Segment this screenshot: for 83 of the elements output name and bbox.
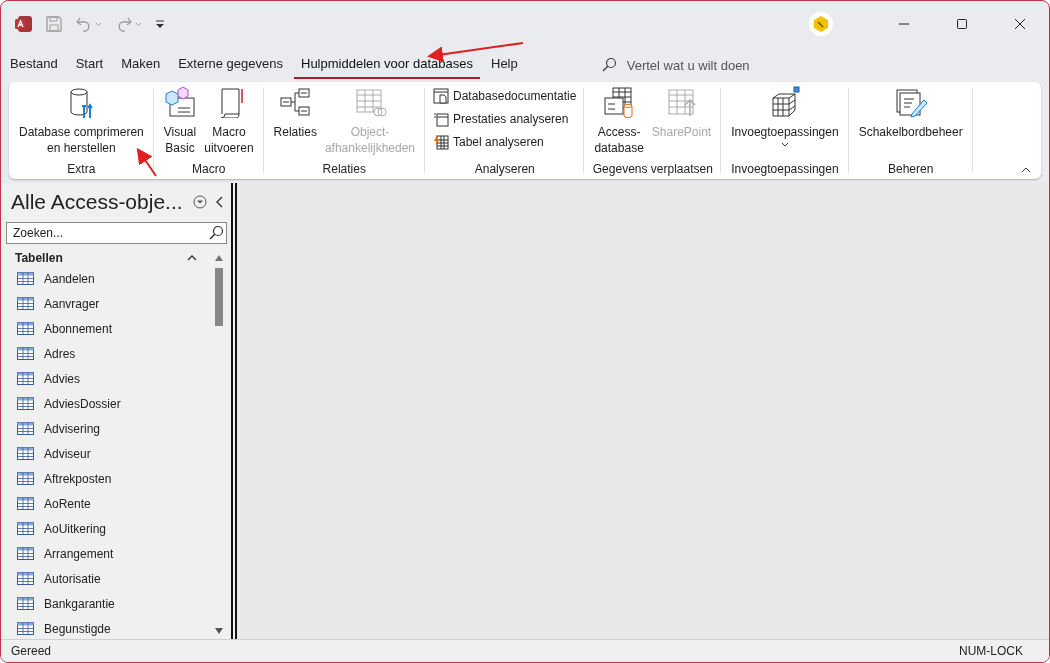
scroll-down-icon[interactable] (214, 627, 224, 635)
search-field[interactable]: Zoeken... (6, 222, 227, 244)
ribbon-button[interactable]: Access- database (590, 86, 648, 156)
table-item[interactable]: Begunstigde (1, 616, 211, 639)
document-icon (433, 88, 449, 104)
pencil-document-icon (894, 86, 927, 118)
group-label: Invoegtoepassingen (731, 162, 839, 178)
table-icon (17, 422, 34, 435)
search-icon[interactable] (600, 57, 617, 73)
user-badge-icon[interactable] (809, 12, 833, 36)
group-label: Extra (67, 162, 96, 178)
status-indicator: NUM-LOCK (959, 644, 1023, 658)
group-label: Relaties (322, 162, 366, 178)
ribbon-tab[interactable]: Start (68, 56, 111, 79)
ribbon-button[interactable]: Visual Basic (159, 86, 201, 156)
grid-database-icon (603, 86, 636, 118)
diagram-icon (279, 86, 312, 118)
ribbon-button[interactable]: Macro uitvoeren (200, 86, 258, 156)
table-icon (17, 297, 34, 310)
table-item[interactable]: Advies (1, 366, 211, 391)
scrollbar-thumb[interactable] (215, 268, 223, 326)
status-text: Gereed (11, 644, 52, 658)
ribbon-button[interactable]: Databasedocumentatie (431, 86, 579, 106)
table-icon (17, 272, 34, 285)
app-logo-icon (15, 15, 33, 33)
ribbon-tab[interactable]: Externe gegevens (171, 56, 290, 79)
maximize-icon[interactable] (956, 18, 968, 30)
table-item[interactable]: AoRente (1, 491, 211, 516)
cubes-window-icon (163, 86, 196, 118)
table-icon (17, 497, 34, 510)
close-icon[interactable] (1014, 18, 1026, 30)
ribbon-button[interactable]: Invoegtoepassingen (727, 86, 843, 148)
ribbon-button[interactable]: Tabel analyseren (431, 132, 546, 152)
table-icon (17, 622, 34, 635)
table-icon (17, 347, 34, 360)
table-item[interactable]: AdviesDossier (1, 391, 211, 416)
table-icon (17, 447, 34, 460)
group-label: Analyseren (474, 162, 535, 178)
annotation-arrow (136, 147, 157, 177)
collapse-pane-icon[interactable] (215, 195, 225, 209)
table-item[interactable]: Abonnement (1, 316, 211, 341)
ribbon-button[interactable]: Prestaties analyseren (431, 109, 571, 129)
collapse-ribbon-icon[interactable] (1021, 167, 1031, 173)
customize-toolbar-icon[interactable] (155, 18, 165, 30)
tell-me-field[interactable]: Vertel wat u wilt doen (626, 57, 750, 73)
search-icon[interactable] (208, 225, 224, 241)
group-label: Macro (192, 162, 226, 178)
scroll-up-icon[interactable] (214, 254, 224, 262)
ribbon-button[interactable]: Database comprimeren en herstellen (15, 86, 148, 156)
caret-up-icon[interactable] (187, 255, 197, 261)
table-item[interactable]: Autorisatie (1, 566, 211, 591)
list-window-icon (433, 111, 449, 127)
table-item[interactable]: Aanvrager (1, 291, 211, 316)
ribbon-tab[interactable]: Maken (114, 56, 168, 79)
pane-title: Alle Access-obje... (11, 190, 184, 214)
table-item[interactable]: Advisering (1, 416, 211, 441)
table-icon (17, 322, 34, 335)
table-item[interactable]: AoUitkering (1, 516, 211, 541)
ribbon-tab[interactable]: Bestand (3, 56, 65, 79)
grid-arrow-icon (665, 86, 698, 118)
table-item[interactable]: Adres (1, 341, 211, 366)
ribbon-tab[interactable]: Hulpmiddelen voor databases (294, 56, 480, 79)
table-icon (17, 397, 34, 410)
table-item[interactable]: Adviseur (1, 441, 211, 466)
table-icon (17, 522, 34, 535)
table-item[interactable]: Bankgarantie (1, 591, 211, 616)
table-item[interactable]: Aftrekposten (1, 466, 211, 491)
grid-link-icon (353, 86, 386, 118)
dropdown-circle-icon[interactable] (193, 195, 207, 209)
section-title: Tabellen (15, 251, 63, 265)
group-label: Gegevens verplaatsen (592, 162, 713, 178)
ribbon-button[interactable]: Relaties (269, 86, 321, 140)
table-item[interactable]: Arrangement (1, 541, 211, 566)
table-icon (17, 572, 34, 585)
ribbon-button[interactable]: Schakelbordbeheer (854, 86, 967, 140)
table-icon (17, 547, 34, 560)
table-icon (17, 472, 34, 485)
group-label: Beheren (887, 162, 934, 178)
table-item[interactable]: Aandelen (1, 266, 211, 291)
table-icon (17, 372, 34, 385)
grid-lightning-icon (433, 134, 449, 150)
ribbon-tab[interactable]: Help (484, 56, 525, 79)
table-icon (17, 597, 34, 610)
